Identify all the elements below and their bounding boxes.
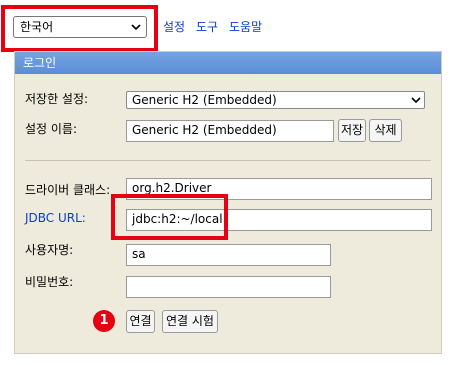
password-label: 비밀번호: [25, 275, 74, 289]
setting-name-input[interactable]: Generic H2 (Embedded) [126, 120, 334, 142]
saved-settings-select[interactable]: Generic H2 (Embedded) [126, 91, 425, 109]
highlight-box-jdbc-url [111, 194, 228, 240]
test-connection-button[interactable]: 연결 시험 [162, 310, 218, 333]
saved-settings-value: Generic H2 (Embedded) [132, 93, 277, 107]
delete-button[interactable]: 삭제 [369, 119, 402, 142]
help-link[interactable]: 도움말 [229, 18, 262, 36]
settings-link[interactable]: 설정 [163, 18, 185, 36]
save-button[interactable]: 저장 [338, 119, 366, 142]
login-panel: 로그인 저장한 설정: Generic H2 (Embedded) 설정 이름:… [14, 51, 442, 354]
panel-title: 로그인 [15, 52, 441, 74]
chevron-down-icon [411, 97, 421, 104]
highlight-box-language [1, 5, 158, 52]
username-label: 사용자명: [25, 243, 74, 257]
username-input[interactable]: sa [126, 244, 331, 266]
driver-class-label: 드라이버 클래스: [25, 183, 111, 197]
step-badge: 1 [93, 310, 115, 332]
password-input[interactable] [126, 276, 331, 298]
connect-button[interactable]: 연결 [126, 310, 155, 333]
divider [25, 160, 431, 161]
setting-name-label: 설정 이름: [25, 122, 78, 136]
tools-link[interactable]: 도구 [196, 18, 218, 36]
jdbc-url-label[interactable]: JDBC URL: [25, 210, 86, 226]
saved-settings-label: 저장한 설정: [25, 92, 89, 106]
